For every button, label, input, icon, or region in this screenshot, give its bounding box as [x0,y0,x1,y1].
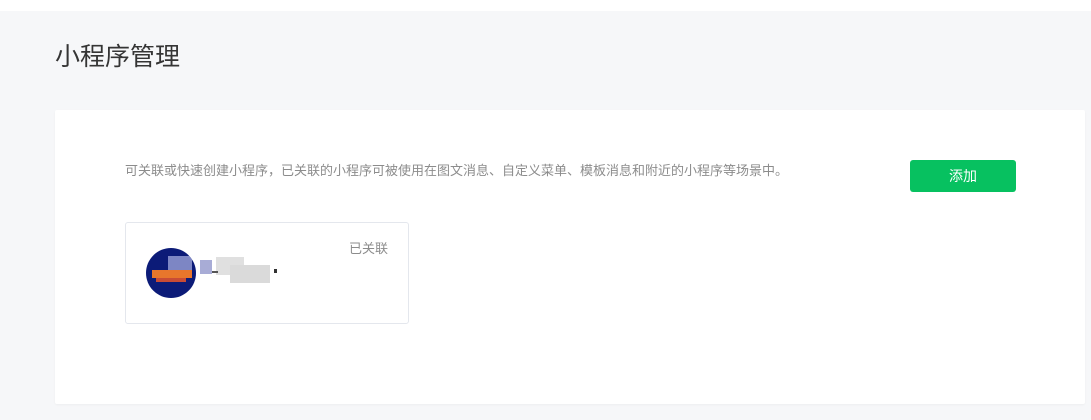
miniapp-panel: 可关联或快速创建小程序，已关联的小程序可被使用在图文消息、自定义菜单、模板消息和… [55,110,1085,404]
top-bar [0,0,1091,11]
miniapp-name-redacted [200,257,280,287]
add-button[interactable]: 添加 [910,160,1016,192]
page-title: 小程序管理 [55,42,181,71]
panel-description: 可关联或快速创建小程序，已关联的小程序可被使用在图文消息、自定义菜单、模板消息和… [125,164,789,179]
miniapp-avatar [146,248,196,298]
status-label: 已关联 [348,242,388,257]
miniapp-card[interactable]: 已关联 [125,222,409,324]
